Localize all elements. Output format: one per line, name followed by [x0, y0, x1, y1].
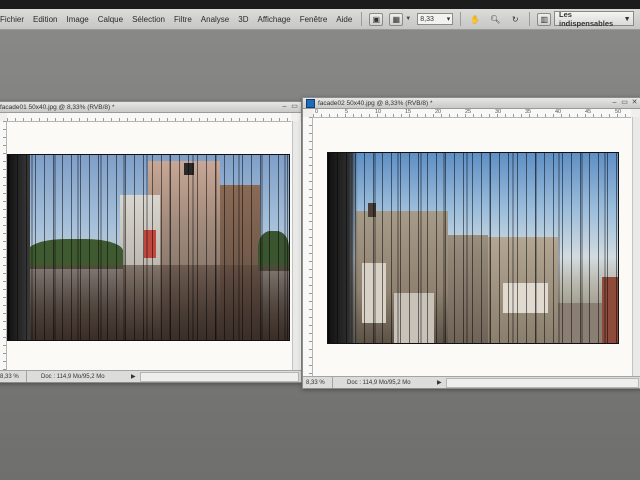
toolbar-separator	[529, 12, 531, 26]
toolbar-separator	[361, 12, 363, 26]
status-menu-icon[interactable]: ▶	[131, 373, 136, 380]
menu-bar: Fichier Edition Image Calque Sélection F…	[0, 9, 640, 30]
window-controls: – ▭ ✕	[611, 99, 638, 107]
workspace-label: Les indispensables	[559, 9, 614, 28]
hand-icon[interactable]: ✋	[468, 13, 482, 26]
horizontal-scrollbar[interactable]	[445, 377, 639, 388]
close-icon[interactable]: ✕	[631, 99, 638, 107]
document-tab-left[interactable]: facade01 50x40.jpg @ 8,33% (RVB/8) * – ▭	[0, 102, 301, 113]
status-bar: 8,33 % Doc : 114,9 Mo/95,2 Mo ▶	[303, 376, 640, 388]
horizontal-scrollbar[interactable]	[139, 371, 299, 382]
horizontal-ruler[interactable]: 0 5 10 15 20 25 30 35 40 45 50	[313, 109, 631, 118]
ruler-label: 35	[525, 109, 532, 115]
ruler-label: 45	[585, 109, 592, 115]
chevron-down-icon: ▾	[625, 14, 629, 23]
chevron-down-icon[interactable]: ▼	[405, 16, 411, 22]
maximize-icon[interactable]: ▭	[621, 99, 628, 107]
menu-calque[interactable]: Calque	[94, 15, 128, 24]
vertical-ruler[interactable]	[303, 117, 313, 376]
status-zoom[interactable]: 8,33 %	[303, 377, 333, 388]
menu-fichier[interactable]: Fichier	[0, 15, 29, 24]
photoshop-doc-icon	[306, 98, 315, 108]
ruler-label: 10	[375, 109, 382, 115]
minimize-icon[interactable]: –	[281, 103, 288, 111]
arrange-icon[interactable]: ▥	[537, 12, 552, 26]
status-doc-size: Doc : 114,9 Mo/95,2 Mo	[41, 373, 105, 380]
document-title: facade01 50x40.jpg @ 8,33% (RVB/8) *	[0, 103, 115, 111]
menu-filtre[interactable]: Filtre	[170, 15, 197, 24]
vertical-ruler[interactable]	[0, 121, 7, 370]
maximize-icon[interactable]: ▭	[291, 103, 298, 111]
document-window-left[interactable]: facade01 50x40.jpg @ 8,33% (RVB/8) * – ▭…	[0, 101, 302, 383]
ruler-label: 40	[555, 109, 562, 115]
menu-affichage[interactable]: Affichage	[253, 15, 295, 24]
chevron-down-icon: ▾	[446, 16, 451, 23]
horizontal-ruler[interactable]	[7, 113, 291, 122]
menu-selection[interactable]: Sélection	[128, 15, 170, 24]
minimize-icon[interactable]: –	[611, 99, 618, 107]
zoom-level-value: 8,33	[420, 15, 434, 23]
status-doc-size: Doc : 114,9 Mo/95,2 Mo	[347, 379, 411, 386]
ruler-label: 20	[435, 109, 442, 115]
menu-image[interactable]: Image	[62, 15, 93, 24]
canvas-area[interactable]	[313, 118, 632, 376]
ruler-label: 15	[405, 109, 412, 115]
facade01-image	[7, 154, 290, 341]
menu-fenetre[interactable]: Fenêtre	[296, 15, 333, 24]
ruler-label: 5	[345, 109, 349, 115]
grid-icon[interactable]: ▦	[389, 12, 404, 26]
status-menu-icon[interactable]: ▶	[437, 379, 442, 386]
ruler-label: 50	[615, 109, 622, 115]
ruler-label: 0	[315, 109, 319, 115]
document-window-right[interactable]: facade02 50x40.jpg @ 8,33% (RVB/8) * – ▭…	[302, 97, 640, 389]
workspace-select[interactable]: Les indispensables ▾	[554, 9, 634, 28]
window-controls: – ▭	[281, 103, 298, 111]
bridge-icon[interactable]: ▣	[369, 12, 384, 26]
facade02-image	[327, 152, 619, 344]
menu-aide[interactable]: Aide	[332, 15, 357, 24]
toolbar-separator	[460, 12, 462, 26]
menu-3d[interactable]: 3D	[234, 15, 253, 24]
screen-bezel	[0, 0, 640, 9]
ruler-label: 30	[495, 109, 502, 115]
zoom-level-select[interactable]: 8,33 ▾	[417, 13, 454, 25]
menu-analyse[interactable]: Analyse	[197, 15, 234, 24]
ruler-label: 25	[465, 109, 472, 115]
status-bar: 8,33 % Doc : 114,9 Mo/95,2 Mo ▶	[0, 370, 301, 382]
magnifier-icon[interactable]: 🔍︎	[488, 13, 502, 26]
vertical-scrollbar[interactable]	[292, 121, 300, 370]
vertical-scrollbar[interactable]	[632, 117, 640, 376]
document-title: facade02 50x40.jpg @ 8,33% (RVB/8) *	[318, 99, 433, 107]
rotate-icon[interactable]: ↻	[508, 13, 522, 26]
document-tab-right[interactable]: facade02 50x40.jpg @ 8,33% (RVB/8) * – ▭…	[303, 98, 640, 109]
canvas-area[interactable]	[7, 122, 301, 370]
menu-edition[interactable]: Edition	[29, 15, 62, 24]
status-zoom[interactable]: 8,33 %	[0, 371, 27, 382]
